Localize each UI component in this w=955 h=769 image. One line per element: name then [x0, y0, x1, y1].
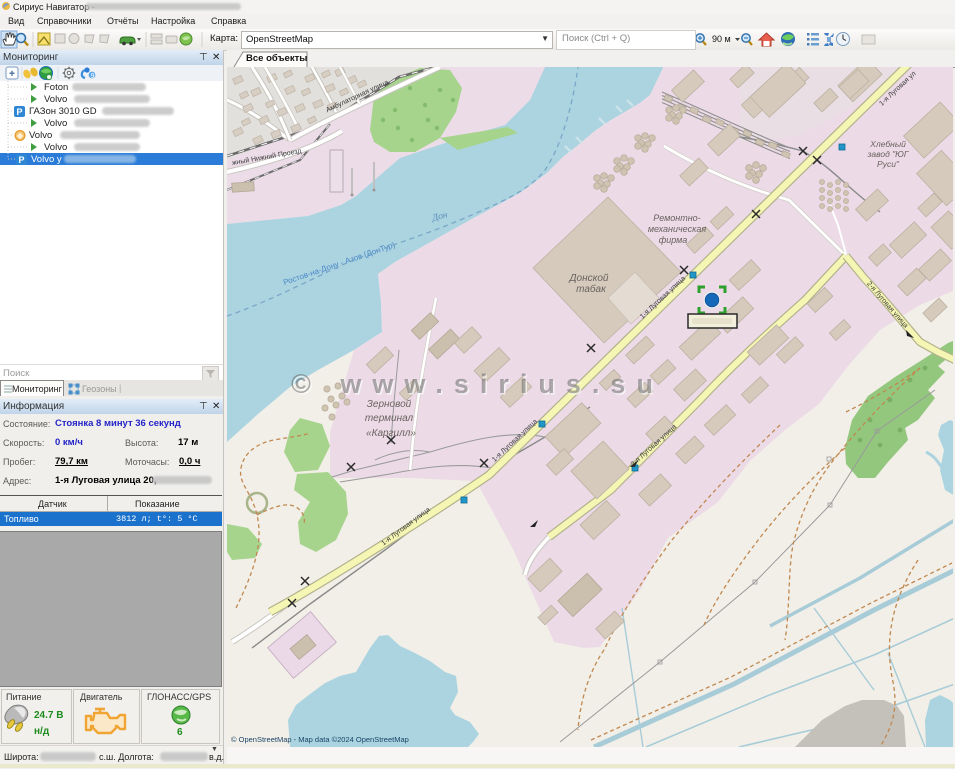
svg-text:механическая: механическая	[648, 224, 706, 234]
svg-text:© OpenStreetMap - Map data ©20: © OpenStreetMap - Map data ©2024 OpenStr…	[231, 735, 409, 744]
svg-text:Зерновой: Зерновой	[367, 399, 412, 410]
svg-text:P: P	[19, 155, 25, 165]
svg-text:Руси": Руси"	[877, 159, 900, 169]
svg-text:90 м: 90 м	[712, 34, 731, 44]
svg-text:Хлебный: Хлебный	[869, 139, 906, 149]
svg-text:© www.sirius.su: © www.sirius.su	[291, 369, 664, 399]
svg-text:P: P	[17, 107, 23, 117]
svg-text:табак: табак	[576, 283, 607, 295]
svg-text:завод "ЮГ: завод "ЮГ	[867, 149, 910, 159]
svg-text:Донской: Донской	[569, 273, 609, 284]
svg-text:«Каргилл»: «Каргилл»	[366, 428, 416, 439]
svg-text:Ремонтно-: Ремонтно-	[653, 213, 700, 223]
svg-text:9: 9	[91, 73, 95, 80]
svg-text:фирма: фирма	[659, 235, 688, 245]
svg-text:терминал: терминал	[365, 413, 414, 424]
